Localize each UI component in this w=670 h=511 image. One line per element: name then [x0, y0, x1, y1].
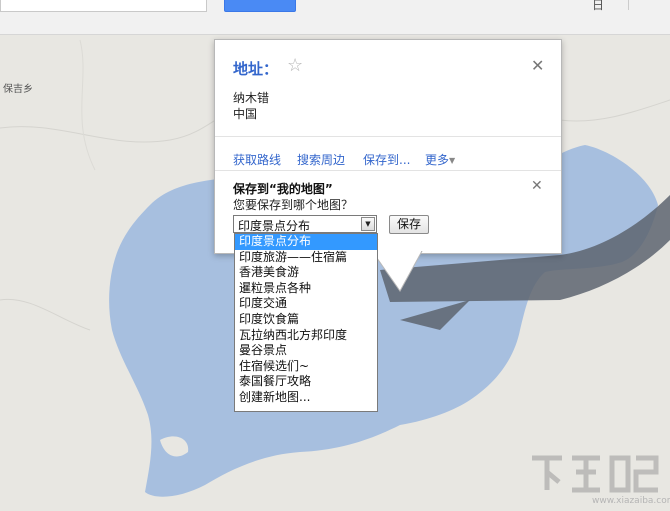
topbar-divider — [628, 0, 629, 10]
dropdown-option[interactable]: 曼谷景点 — [235, 343, 377, 359]
save-section-title: 保存到“我的地图” — [233, 182, 333, 196]
info-window: 地址： ☆ ✕ 纳木错 中国 获取路线 搜索周边 保存到... 更多▼ 保存到“… — [214, 39, 562, 254]
map-place-label: 保吉乡 — [3, 84, 33, 95]
dropdown-option[interactable]: 印度景点分布 — [235, 234, 377, 250]
dropdown-option[interactable]: 印度饮食篇 — [235, 312, 377, 328]
map-select[interactable]: 印度景点分布 ▼ — [233, 215, 377, 233]
map-select-dropdown: 印度景点分布 印度旅游——住宿篇 香港美食游 暹粒景点各种 印度交通 印度饮食篇… — [234, 233, 378, 412]
address-line: 中国 — [233, 107, 258, 121]
divider — [215, 136, 561, 137]
save-section-question: 您要保存到哪个地图？ — [233, 198, 354, 212]
dropdown-option[interactable]: 住宿候选们~ — [235, 359, 377, 375]
star-icon[interactable]: ☆ — [287, 57, 303, 75]
search-nearby-link[interactable]: 搜索周边 — [297, 151, 345, 168]
dropdown-option[interactable]: 香港美食游 — [235, 265, 377, 281]
more-link[interactable]: 更多▼ — [425, 151, 455, 168]
dropdown-option[interactable]: 印度旅游——住宿篇 — [235, 250, 377, 266]
address-line: 纳木错 — [233, 91, 270, 105]
save-button[interactable]: 保存 — [389, 215, 429, 234]
dropdown-option[interactable]: 印度交通 — [235, 296, 377, 312]
dropdown-option[interactable]: 暹粒景点各种 — [235, 281, 377, 297]
dropdown-option[interactable]: 泰国餐厅攻略 — [235, 374, 377, 390]
close-icon[interactable]: ✕ — [531, 178, 543, 194]
close-icon[interactable]: ✕ — [531, 58, 544, 74]
map-select-value: 印度景点分布 — [238, 219, 311, 233]
watermark-url: www.xiazaiba.com — [592, 496, 670, 506]
search-button[interactable] — [224, 0, 296, 12]
popup-title: 地址： — [233, 60, 279, 78]
watermark-logo — [532, 455, 659, 493]
more-link-label: 更多 — [425, 153, 450, 167]
divider — [215, 170, 561, 171]
dropdown-option[interactable]: 瓦拉纳西北方邦印度 — [235, 328, 377, 344]
get-directions-link[interactable]: 获取路线 — [233, 151, 281, 168]
top-toolbar: 日 — [0, 0, 670, 35]
create-new-map-option[interactable]: 创建新地图... — [235, 390, 377, 406]
search-input[interactable] — [0, 0, 207, 12]
topbar-text[interactable]: 日 — [592, 0, 604, 13]
chevron-down-icon: ▼ — [449, 156, 456, 165]
chevron-down-icon[interactable]: ▼ — [361, 217, 375, 231]
save-to-link[interactable]: 保存到... — [363, 151, 410, 168]
popup-tail — [372, 251, 423, 292]
